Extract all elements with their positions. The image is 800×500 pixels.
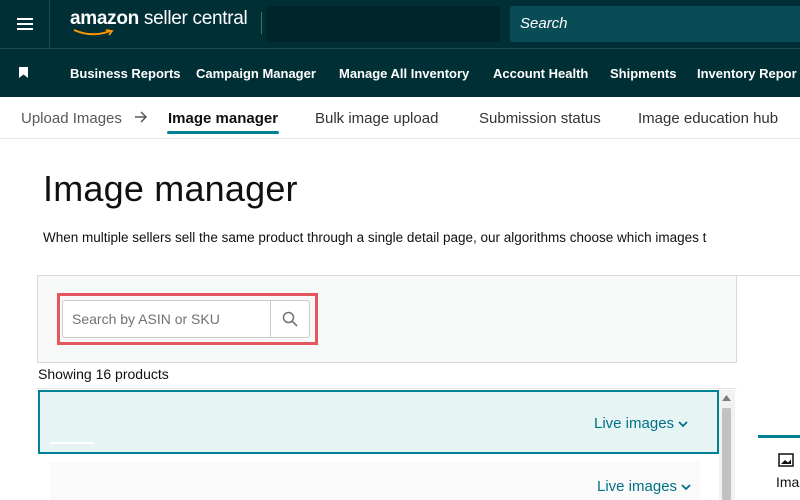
tab-bulk-image-upload[interactable]: Bulk image upload [315,110,438,127]
tab-image-education-hub[interactable]: Image education hub [638,110,778,127]
search-input[interactable] [62,300,271,338]
tab-submission-status[interactable]: Submission status [479,110,601,127]
nav-item-business-reports[interactable]: Business Reports [70,66,181,81]
header-divider [261,12,262,34]
nav-item-account-health[interactable]: Account Health [493,66,588,81]
top-header: amazon seller central Search [0,0,800,48]
right-tab-indicator [758,435,800,438]
live-images-dropdown[interactable]: Live images [594,415,688,432]
nav-item-manage-all-inventory[interactable]: Manage All Inventory [339,66,469,81]
page-description: When multiple sellers sell the same prod… [43,230,707,245]
scroll-up-arrow-icon[interactable] [722,395,731,401]
hamburger-menu-button[interactable] [0,0,50,48]
search-button[interactable] [270,300,310,338]
amazon-smile-icon [73,29,114,36]
nav-item-inventory-reports[interactable]: Inventory Repor [697,66,797,81]
chevron-down-icon [678,420,688,427]
active-tab-indicator [167,131,279,134]
global-search-input[interactable]: Search [510,6,800,42]
product-row-placeholder [50,442,94,444]
amazon-seller-central-logo[interactable]: amazon seller central [70,8,248,30]
search-icon [282,311,298,327]
logo-brand: amazon [70,8,139,29]
bookmarks-nav-bar: Business Reports Campaign Manager Manage… [0,48,800,97]
logo-text: seller central [138,8,248,29]
live-images-dropdown[interactable]: Live images [597,478,691,495]
chevron-down-icon [681,483,691,490]
live-images-label: Live images [597,478,678,495]
scrollbar-thumb[interactable] [722,408,731,500]
header-spacer [266,6,500,42]
breadcrumb-upload-images[interactable]: Upload Images [21,110,122,127]
image-tabs: Upload Images Image manager Bulk image u… [0,97,800,139]
product-count: Showing 16 products [38,366,169,382]
bookmark-icon[interactable] [19,67,28,78]
tab-image-manager[interactable]: Image manager [168,110,278,127]
arrow-right-icon [135,111,148,123]
live-images-label: Live images [594,415,675,432]
nav-item-shipments[interactable]: Shipments [610,66,676,81]
right-tab-label[interactable]: Ima [776,474,799,490]
page-title: Image manager [43,168,298,209]
image-icon [778,453,794,467]
divider [37,388,737,389]
hamburger-icon [16,18,33,30]
nav-item-campaign-manager[interactable]: Campaign Manager [196,66,316,81]
